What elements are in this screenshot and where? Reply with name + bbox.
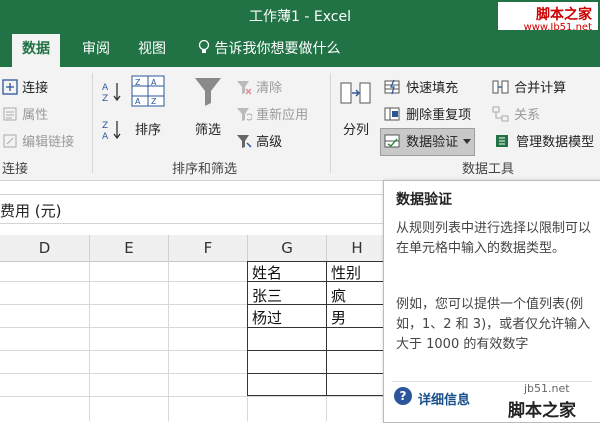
watermark-bottom-brand: 脚本之家	[508, 401, 576, 421]
column-header-h[interactable]: H	[327, 235, 388, 262]
table-border	[247, 350, 387, 351]
cell-g1[interactable]: 姓名	[252, 262, 282, 283]
column-header-e[interactable]: E	[90, 235, 169, 262]
filter-funnel-icon	[193, 75, 223, 111]
properties-button[interactable]: 属性	[2, 104, 48, 126]
column-header-f[interactable]: F	[169, 235, 248, 262]
svg-text:A: A	[102, 132, 109, 141]
svg-text:Z: Z	[102, 121, 108, 131]
svg-text:Z: Z	[102, 94, 108, 103]
reapply-icon	[236, 106, 253, 126]
svg-text:Z: Z	[151, 97, 157, 106]
ribbon: 连接 属性 编辑链接 连接 AZ ZA ZAAZ 排序 筛选 清除 重新应用 高…	[0, 67, 600, 181]
connections-button[interactable]: 连接	[2, 77, 48, 99]
remove-duplicates-icon	[384, 106, 402, 126]
formula-bar-text: 费用 (元)	[0, 202, 62, 220]
split-label: 分列	[342, 123, 369, 138]
group-label-data-tools: 数据工具	[462, 162, 515, 177]
remove-duplicates-button[interactable]: 删除重复项	[384, 104, 471, 126]
cell-g3[interactable]: 杨过	[252, 307, 282, 328]
tooltip-example: 例如，您可以提供一个值列表(例如，1、2 和 3)，或者仅允许输入大于 1000…	[396, 297, 591, 352]
advanced-filter-button[interactable]: 高级	[236, 131, 282, 153]
clear-filter-button[interactable]: 清除	[236, 77, 282, 99]
text-to-columns-button[interactable]: 分列	[336, 77, 376, 138]
sort-descending-button[interactable]: ZA	[102, 119, 122, 145]
svg-text:A: A	[151, 78, 157, 87]
tooltip-description: 从规则列表中进行选择以限制可以在单元格中输入的数据类型。	[396, 221, 592, 256]
connections-icon	[2, 78, 18, 99]
svg-text:A: A	[102, 83, 109, 93]
advanced-filter-icon	[236, 133, 252, 153]
relationships-button[interactable]: 关系	[492, 104, 540, 126]
tell-me-box[interactable]: 告诉我你想要做什么	[198, 38, 340, 59]
gridline	[89, 261, 90, 421]
sort-ascending-button[interactable]: AZ	[102, 81, 122, 107]
edit-links-icon	[2, 133, 18, 153]
column-header-d[interactable]: D	[0, 235, 90, 262]
clear-filter-icon	[236, 79, 252, 99]
table-border	[247, 373, 387, 374]
manage-data-model-button[interactable]: 管理数据模型	[494, 131, 594, 153]
column-header-g[interactable]: G	[248, 235, 327, 262]
flash-fill-button[interactable]: 快速填充	[384, 77, 458, 99]
chevron-down-icon[interactable]	[463, 134, 472, 149]
watermark-brand: 脚本之家	[536, 7, 592, 23]
filter-label: 筛选	[194, 123, 221, 138]
ribbon-tabs: 数据 审阅 视图 告诉我你想要做什么	[0, 30, 600, 67]
consolidate-button[interactable]: 合并计算	[492, 77, 566, 99]
sort-button[interactable]: Z A A Z 排序	[128, 75, 168, 138]
svg-text:Z: Z	[135, 78, 141, 87]
svg-text:A: A	[135, 97, 141, 106]
edit-links-button[interactable]: 编辑链接	[2, 131, 74, 153]
cell-h1[interactable]: 性别	[331, 262, 361, 283]
filter-button[interactable]: 筛选	[188, 75, 228, 138]
tab-review[interactable]: 审阅	[82, 38, 110, 58]
sort-za-icon: ZA	[102, 119, 122, 145]
tooltip-more-info-link[interactable]: 详细信息	[418, 389, 470, 408]
cell-g2[interactable]: 张三	[252, 285, 282, 306]
watermark-bottom-url: jb51.net	[524, 382, 570, 395]
flash-fill-icon	[384, 79, 402, 99]
group-separator	[92, 73, 93, 173]
lightbulb-icon	[198, 39, 210, 59]
gridline	[168, 261, 169, 421]
cell-h3[interactable]: 男	[331, 307, 346, 328]
data-validation-icon	[384, 133, 402, 153]
group-label-sort-filter: 排序和筛选	[172, 162, 238, 177]
text-to-columns-icon	[340, 77, 372, 111]
reapply-button[interactable]: 重新应用	[236, 104, 308, 126]
cell-h2[interactable]: 疯	[331, 285, 346, 306]
group-label-connections: 连接	[2, 162, 29, 177]
tooltip-title: 数据验证	[396, 192, 452, 208]
data-model-icon	[494, 133, 512, 153]
tell-me-text: 告诉我你想要做什么	[214, 41, 341, 57]
sort-icon: Z A A Z	[131, 75, 165, 111]
data-validation-button[interactable]: 数据验证	[380, 128, 476, 156]
help-icon[interactable]: ?	[394, 387, 412, 405]
consolidate-icon	[492, 79, 510, 99]
relationships-icon	[492, 106, 510, 126]
tab-view[interactable]: 视图	[138, 38, 166, 58]
tab-data[interactable]: 数据	[12, 34, 60, 67]
sort-az-icon: AZ	[102, 81, 122, 107]
group-separator	[330, 73, 331, 173]
properties-icon	[2, 106, 18, 126]
sort-label: 排序	[134, 123, 161, 138]
